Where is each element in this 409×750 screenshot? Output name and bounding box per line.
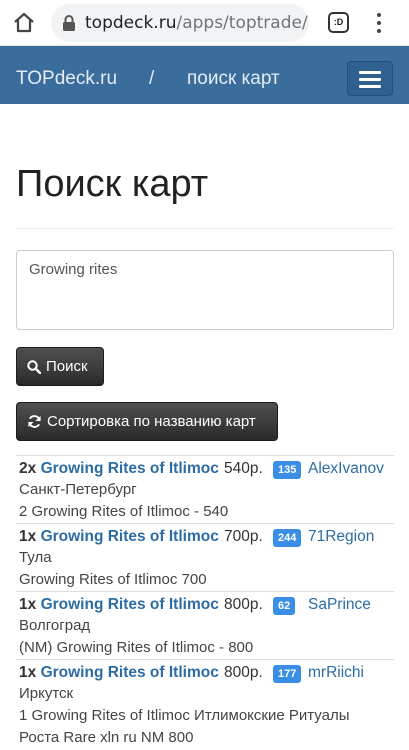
kebab-menu-icon[interactable] [375,13,383,33]
search-button[interactable]: Поиск [16,347,104,386]
quantity: 1x [19,596,37,613]
extension-button[interactable]: :D [328,12,349,33]
listing-description: 2 Growing Rites of Itlimoc - 540 [19,503,229,520]
search-icon [27,359,41,374]
card-name-link[interactable]: Growing Rites of Itlimoc [41,664,219,681]
quantity: 1x [19,528,37,545]
page-title: Поиск карт [16,163,209,205]
breadcrumb-current[interactable]: поиск карт [187,68,280,90]
site-navbar: TOPdeck.ru / поиск карт [0,46,409,104]
seller-city: Волгоград [19,617,91,634]
price: 700р. [224,528,263,545]
sort-button-label: Сортировка по названию карт [47,413,256,430]
seller-rating-badge: 177 [273,665,302,683]
seller-city: Санкт-Петербург [19,481,137,498]
sort-by-name-button[interactable]: Сортировка по названию карт [16,402,278,441]
seller-rating-badge: 62 [273,597,296,615]
result-row: 1x Growing Rites of Itlimoc 700р. 244 71… [16,523,394,591]
hamburger-menu-icon[interactable] [347,61,393,96]
home-icon[interactable] [12,11,36,35]
result-row: 2x Growing Rites of Itlimoc 540р. 135 Al… [16,455,394,523]
search-button-label: Поиск [46,358,88,375]
address-bar[interactable]: topdeck.ru/apps/toptrade/si [51,4,309,42]
result-row: 1x Growing Rites of Itlimoc 800р. 62 SaP… [16,591,394,659]
listing-description: 1 Growing Rites of Itlimoc Итлимокские Р… [19,707,350,746]
card-search-input[interactable]: Growing rites [16,250,394,330]
price: 800р. [224,664,263,681]
listing-description: (NM) Growing Rites of Itlimoc - 800 [19,639,254,656]
url-path: /apps/toptrade/si [176,13,309,33]
result-row: 1x Growing Rites of Itlimoc 800р. 177 mr… [16,659,394,749]
seller-link[interactable]: 71Region [308,527,374,547]
seller-link[interactable]: SaPrince [308,595,371,615]
browser-toolbar: topdeck.ru/apps/toptrade/si :D [0,0,409,46]
card-name-link[interactable]: Growing Rites of Itlimoc [41,528,219,545]
listing-description: Growing Rites of Itlimoc 700 [19,571,207,588]
title-divider [16,228,394,229]
seller-city: Тула [19,549,52,566]
seller-rating-badge: 244 [273,529,302,547]
refresh-icon [28,415,41,428]
url-host: topdeck.ru [85,13,177,33]
price: 540р. [224,460,263,477]
lock-icon [63,15,75,31]
quantity: 2x [19,460,37,477]
breadcrumb-separator: / [149,68,155,89]
price: 800р. [224,596,263,613]
card-name-link[interactable]: Growing Rites of Itlimoc [41,596,219,613]
brand-link[interactable]: TOPdeck.ru [16,68,117,90]
results-list: 2x Growing Rites of Itlimoc 540р. 135 Al… [16,455,394,749]
seller-link[interactable]: mrRiichi [308,663,364,683]
quantity: 1x [19,664,37,681]
card-name-link[interactable]: Growing Rites of Itlimoc [41,460,219,477]
url-text: topdeck.ru/apps/toptrade/si [85,13,309,33]
seller-link[interactable]: AlexIvanov [308,459,384,479]
seller-rating-badge: 135 [273,461,302,479]
seller-city: Иркутск [19,685,74,702]
